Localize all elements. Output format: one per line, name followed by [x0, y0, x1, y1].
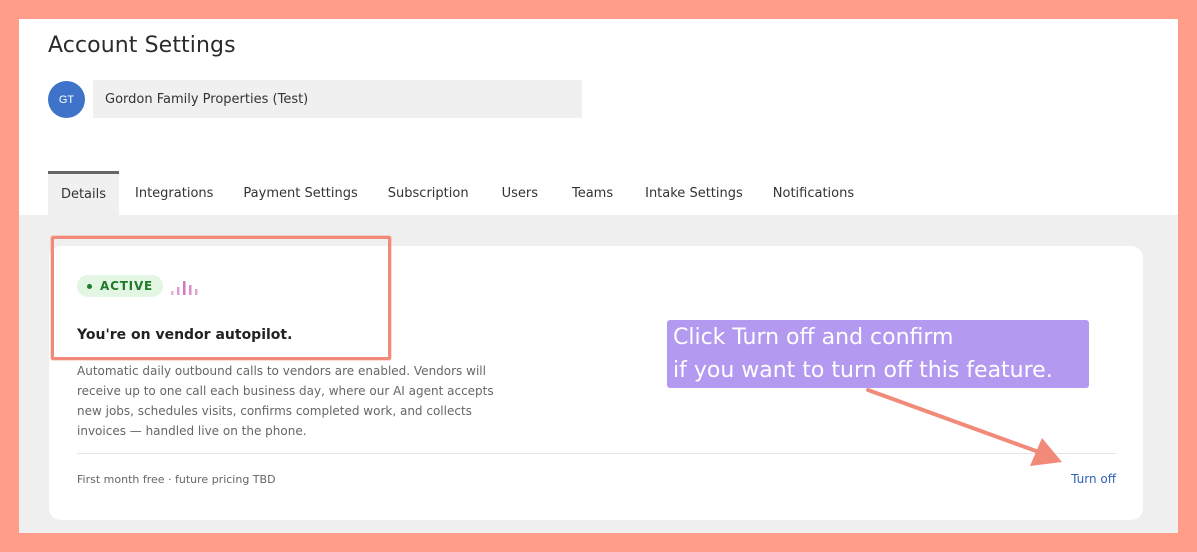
tab-notifications[interactable]: Notifications: [773, 171, 854, 215]
turn-off-link[interactable]: Turn off: [1071, 472, 1116, 486]
highlight-annotation-box: [51, 236, 391, 360]
settings-header: Account Settings GT Gordon Family Proper…: [19, 19, 1178, 215]
callout-line-1: Click Turn off and confirm: [673, 325, 954, 350]
tab-teams[interactable]: Teams: [572, 171, 613, 215]
tab-users[interactable]: Users: [502, 171, 538, 215]
avatar: GT: [48, 81, 85, 118]
tab-payment-settings[interactable]: Payment Settings: [243, 171, 357, 215]
tab-subscription[interactable]: Subscription: [388, 171, 469, 215]
account-name: Gordon Family Properties (Test): [105, 91, 309, 107]
settings-tabs: Details Integrations Payment Settings Su…: [48, 171, 854, 215]
callout-line-2: if you want to turn off this feature.: [673, 358, 1053, 383]
card-description: Automatic daily outbound calls to vendor…: [77, 364, 494, 438]
tab-details[interactable]: Details: [48, 171, 119, 215]
instruction-callout: Click Turn off and confirm if you want t…: [667, 320, 1089, 388]
pricing-note: First month free · future pricing TBD: [77, 473, 276, 486]
page-title: Account Settings: [48, 33, 236, 58]
divider: [77, 453, 1116, 454]
account-name-field[interactable]: Gordon Family Properties (Test): [93, 80, 582, 118]
tab-integrations[interactable]: Integrations: [135, 171, 213, 215]
tab-intake-settings[interactable]: Intake Settings: [645, 171, 743, 215]
